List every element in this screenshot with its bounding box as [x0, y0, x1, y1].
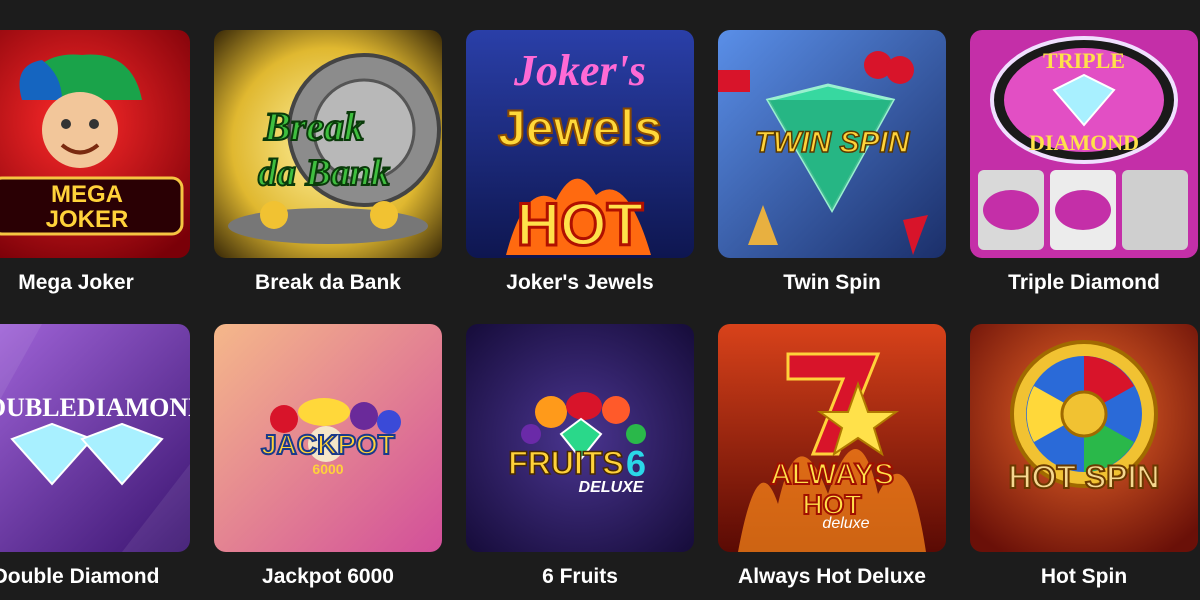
game-title[interactable]: Mega Joker: [0, 271, 190, 295]
game-thumbnail[interactable]: Break da Bank: [214, 30, 442, 258]
game-thumbnail[interactable]: Joker's Jewels HOT: [466, 30, 694, 258]
game-card-triple-diamond[interactable]: TRIPLE DIAMOND Triple Diamond: [970, 30, 1198, 295]
game-thumbnail[interactable]: FRUITS 6 DELUXE: [466, 324, 694, 552]
game-card-always-hot-deluxe[interactable]: ALWAYS HOT deluxe Always Hot Deluxe: [718, 324, 946, 589]
art-text: DELUXE: [579, 479, 645, 496]
game-title[interactable]: Jackpot 6000: [214, 565, 442, 589]
game-title[interactable]: Double Diamond: [0, 565, 190, 589]
game-card-mega-joker[interactable]: MEGA JOKER Mega Joker: [0, 30, 190, 295]
game-title[interactable]: Twin Spin: [718, 271, 946, 295]
art-text: TRIPLE: [1043, 48, 1125, 73]
art-text: TWIN SPIN: [755, 126, 911, 159]
art-text: DIAMOND: [1029, 130, 1139, 155]
game-title[interactable]: 6 Fruits: [466, 565, 694, 589]
art-text: da Bank: [258, 152, 390, 194]
game-title[interactable]: Always Hot Deluxe: [718, 565, 946, 589]
game-title[interactable]: Break da Bank: [214, 271, 442, 295]
game-card-hot-spin[interactable]: HOT SPIN Hot Spin: [970, 324, 1198, 589]
game-thumbnail[interactable]: MEGA JOKER: [0, 30, 190, 258]
art-text: ALWAYS: [770, 458, 894, 491]
art-text: HOT SPIN: [1008, 459, 1159, 495]
game-card-break-da-bank[interactable]: Break da Bank Break da Bank: [214, 30, 442, 295]
game-card-jokers-jewels[interactable]: Joker's Jewels HOT Joker's Jewels: [466, 30, 694, 295]
art-text: JACKPOT: [261, 429, 395, 460]
game-title[interactable]: Hot Spin: [970, 565, 1198, 589]
art-text: 6: [626, 443, 646, 484]
art-text: JOKER: [46, 206, 129, 233]
game-card-6-fruits[interactable]: FRUITS 6 DELUXE 6 Fruits: [466, 324, 694, 589]
game-thumbnail[interactable]: ALWAYS HOT deluxe: [718, 324, 946, 552]
game-title[interactable]: Triple Diamond: [970, 271, 1198, 295]
game-thumbnail[interactable]: DOUBLEDIAMOND: [0, 324, 190, 552]
art-text: HOT: [517, 191, 644, 258]
game-card-jackpot-6000[interactable]: JACKPOT 6000 Jackpot 6000: [214, 324, 442, 589]
game-card-twin-spin[interactable]: TWIN SPIN Twin Spin: [718, 30, 946, 295]
games-grid: MEGA JOKER Mega Joker Break da Bank Brea…: [0, 0, 1200, 600]
art-text: DOUBLEDIAMOND: [0, 393, 190, 422]
art-text: Break: [263, 104, 364, 149]
game-card-double-diamond[interactable]: DOUBLEDIAMOND Double Diamond: [0, 324, 190, 589]
game-thumbnail[interactable]: TRIPLE DIAMOND: [970, 30, 1198, 258]
art-text: Joker's: [513, 46, 646, 95]
game-thumbnail[interactable]: JACKPOT 6000: [214, 324, 442, 552]
art-text: FRUITS: [508, 445, 624, 481]
art-text: 6000: [312, 461, 343, 477]
art-text: deluxe: [822, 515, 869, 532]
game-thumbnail[interactable]: TWIN SPIN: [718, 30, 946, 258]
game-title[interactable]: Joker's Jewels: [466, 271, 694, 295]
game-thumbnail[interactable]: HOT SPIN: [970, 324, 1198, 552]
art-text: MEGA: [51, 181, 123, 208]
art-text: Jewels: [498, 100, 662, 156]
